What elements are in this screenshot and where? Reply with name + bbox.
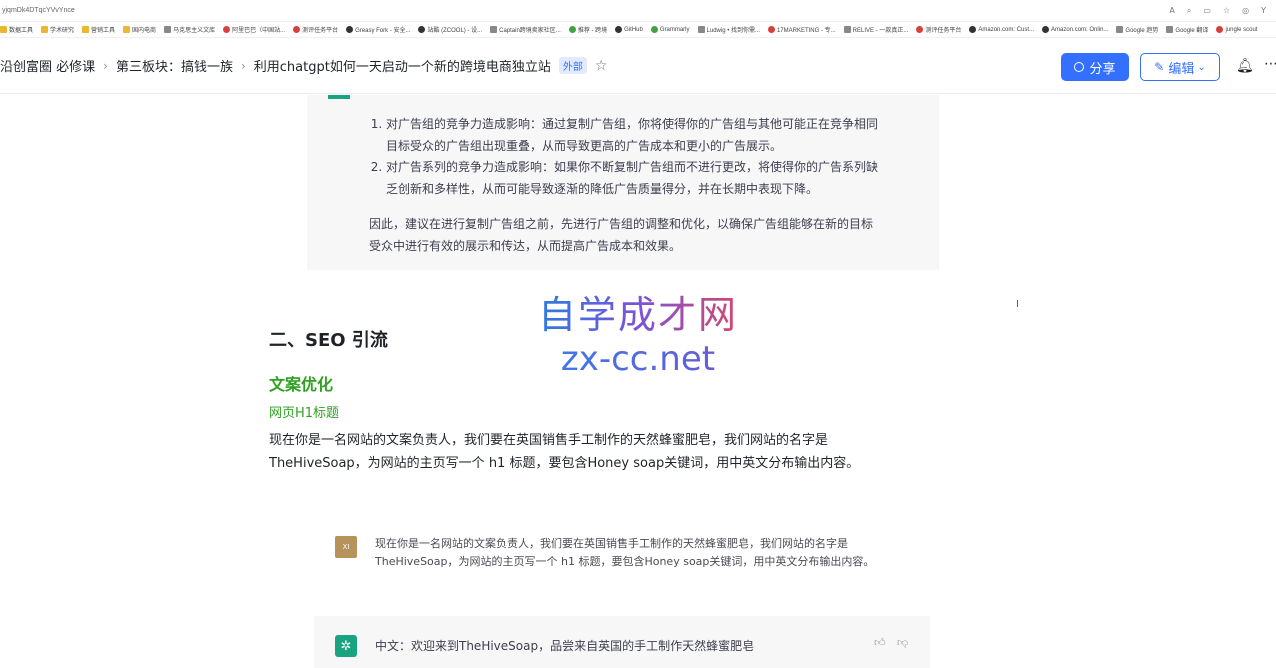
- bookmark-item[interactable]: Captain跨境卖家社区...: [490, 25, 561, 34]
- bookmark-item[interactable]: 17MARKETING - 专...: [767, 25, 836, 34]
- breadcrumb-item[interactable]: 沿创富圈 必修课: [0, 56, 95, 75]
- book-icon: [164, 26, 172, 33]
- list-item: 对广告系列的竞争力造成影响：如果你不断复制广告组而不进行更改，将使得你的广告系列…: [386, 157, 879, 200]
- text-cursor-icon: I: [1016, 299, 1019, 310]
- bookmark-item[interactable]: 营销工具: [82, 25, 115, 34]
- ludwig-icon: [697, 26, 705, 33]
- list-item: 对广告组的竞争力造成影响：通过复制广告组，你将使得你的广告组与其他可能正在竞争相…: [386, 114, 879, 157]
- bookmark-item[interactable]: Ludwig • 找到你需...: [697, 25, 760, 34]
- star-icon[interactable]: ☆: [595, 58, 608, 74]
- browser-url-bar[interactable]: yjqmDk4DTqcYVvYnce A ⌕ ▭ ☆ ◎ Y: [0, 0, 1276, 22]
- url-bar-icons: A ⌕ ▭ ☆ ◎ Y: [1169, 6, 1276, 16]
- huawei-icon: [223, 26, 231, 33]
- answer-text: 中文：欢迎来到TheHiveSoap，品尝来自英国的手工制作天然蜂蜜肥皂: [375, 639, 755, 653]
- bookmark-item[interactable]: 国内电商: [123, 25, 156, 34]
- section-heading: 二、SEO 引流: [269, 330, 388, 351]
- trends-icon: [1116, 26, 1124, 33]
- bookmark-item[interactable]: Amazon.com: Cust...: [969, 26, 1034, 33]
- amazon-icon: [1042, 26, 1050, 33]
- thumbs-down-icon[interactable]: 👎︎: [897, 636, 908, 649]
- bookmark-item[interactable]: Google 趋势: [1116, 25, 1158, 34]
- bookmark-item[interactable]: 测评任务平台: [293, 25, 338, 34]
- feedback-icons: 👍︎ 👎︎: [874, 636, 916, 649]
- folder-icon: [82, 26, 90, 33]
- bookmark-item[interactable]: Amazon.com: Onlin...: [1042, 26, 1108, 33]
- watermark: 自学成才网 zx-cc.net: [538, 293, 738, 379]
- share-button-label: 分享: [1089, 61, 1116, 77]
- read-aloud-icon[interactable]: A: [1169, 6, 1174, 16]
- document-body: 对广告组的竞争力造成影响：通过复制广告组，你将使得你的广告组与其他可能正在竞争相…: [0, 95, 1276, 668]
- chevron-right-icon: ›: [103, 58, 108, 73]
- avatar: XI: [335, 536, 357, 558]
- huawei-icon: [916, 26, 924, 33]
- chatgpt-logo-icon: [328, 95, 350, 99]
- translate-icon: [1166, 26, 1174, 33]
- conclusion-text: 因此，建议在进行复制广告组之前，先进行广告组的调整和优化，以确保广告组能够在新的…: [369, 217, 874, 253]
- bookmark-item[interactable]: 学术研究: [41, 25, 74, 34]
- jungle-scout-icon: [1216, 26, 1224, 33]
- breadcrumb-item[interactable]: 第三板块：搞钱一族: [116, 56, 233, 75]
- folder-icon: [0, 26, 7, 33]
- breadcrumb: 沿创富圈 必修课 › 第三板块：搞钱一族 › 利用chatgpt如何一天启动一个…: [0, 56, 607, 75]
- bookmark-item[interactable]: Google 翻译: [1166, 25, 1208, 34]
- chatgpt-logo-icon: ✲: [335, 635, 357, 657]
- split-screen-icon[interactable]: ▭: [1203, 6, 1211, 16]
- favorites-icon[interactable]: ☆: [1223, 6, 1230, 16]
- edit-button[interactable]: ✎ 编辑 ⌄: [1140, 53, 1220, 81]
- question-text: 现在你是一名网站的文案负责人，我们要在英国销售手工制作的天然蜂蜜肥皂，我们网站的…: [375, 537, 875, 568]
- bookmarks-bar: 数据工具 学术研究 营销工具 国内电商 马克思主义文库 阿里巴巴（中国站... …: [0, 22, 1276, 38]
- add-user-icon: [1074, 62, 1085, 72]
- monkey-icon: [346, 26, 354, 33]
- leaf-icon: [568, 26, 576, 33]
- chevron-down-icon: ⌄: [1197, 61, 1206, 73]
- bookmark-item[interactable]: 测评任务平台: [916, 25, 961, 34]
- chevron-right-icon: ›: [240, 58, 246, 73]
- captain-icon: [490, 26, 498, 33]
- external-badge: 外部: [558, 57, 587, 74]
- subsection-heading: 文案优化: [269, 375, 334, 394]
- doc-header: 沿创富圈 必修课 › 第三板块：搞钱一族 › 利用chatgpt如何一天启动一个…: [0, 38, 1276, 94]
- zoom-icon[interactable]: ⌕: [1187, 6, 1191, 16]
- folder-icon: [123, 26, 131, 33]
- github-icon: [615, 26, 623, 33]
- relive-icon: [843, 26, 851, 33]
- url-text[interactable]: yjqmDk4DTqcYVvYnce: [0, 7, 1169, 14]
- bookmark-item[interactable]: Greasy Fork - 安全...: [346, 25, 410, 34]
- watermark-cn: 自学成才网: [538, 293, 739, 337]
- bookmark-item[interactable]: 数据工具: [0, 25, 33, 34]
- prompt-paragraph: 现在你是一名网站的文案负责人，我们要在英国销售手工制作的天然蜂蜜肥皂，我们网站的…: [269, 433, 860, 471]
- bookmark-item[interactable]: 站酷 (ZCOOL) - 设...: [418, 25, 482, 34]
- bookmark-item[interactable]: 阿里巴巴（中国站...: [223, 25, 285, 34]
- chatgpt-answer-image: ✲ 中文：欢迎来到TheHiveSoap，品尝来自英国的手工制作天然蜂蜜肥皂 👍…: [314, 616, 930, 668]
- bell-icon[interactable]: 🔔︎: [1236, 58, 1254, 74]
- chatgpt-screenshot-image: 对广告组的竞争力造成影响：通过复制广告组，你将使得你的广告组与其他可能正在竞争相…: [307, 95, 939, 270]
- answer-list: 对广告组的竞争力造成影响：通过复制广告组，你将使得你的广告组与其他可能正在竞争相…: [369, 114, 879, 200]
- extension-icon[interactable]: ◎: [1242, 6, 1249, 16]
- profile-icon[interactable]: Y: [1261, 6, 1266, 16]
- pencil-icon: ✎: [1154, 60, 1165, 74]
- more-icon[interactable]: ⋯: [1264, 56, 1276, 72]
- share-button[interactable]: 分享: [1061, 53, 1129, 81]
- folder-icon: [41, 26, 49, 33]
- marketing-icon: [767, 26, 775, 33]
- chatgpt-question-image: XI 现在你是一名网站的文案负责人，我们要在英国销售手工制作的天然蜂蜜肥皂，我们…: [314, 525, 930, 615]
- bookmark-item[interactable]: Grammarly: [650, 26, 690, 33]
- bookmark-item[interactable]: 马克思主义文库: [164, 25, 215, 34]
- zcool-icon: [418, 26, 426, 33]
- huawei-icon: [293, 26, 301, 33]
- thumbs-up-icon[interactable]: 👍︎: [874, 636, 886, 649]
- bookmark-item[interactable]: jungle scout: [1216, 26, 1257, 33]
- watermark-en: zx-cc.net: [538, 339, 738, 379]
- edit-button-label: 编辑: [1168, 61, 1195, 77]
- grammarly-icon: [650, 26, 658, 33]
- bookmark-item[interactable]: 推荐 - 跨境: [568, 25, 607, 34]
- bookmark-item[interactable]: GitHub: [615, 26, 643, 33]
- subsubsection-heading: 网页H1标题: [269, 406, 340, 421]
- amazon-icon: [969, 26, 977, 33]
- bookmark-item[interactable]: RELIVE - 一款真正...: [843, 25, 908, 34]
- page-title[interactable]: 利用chatgpt如何一天启动一个新的跨境电商独立站: [254, 56, 551, 75]
